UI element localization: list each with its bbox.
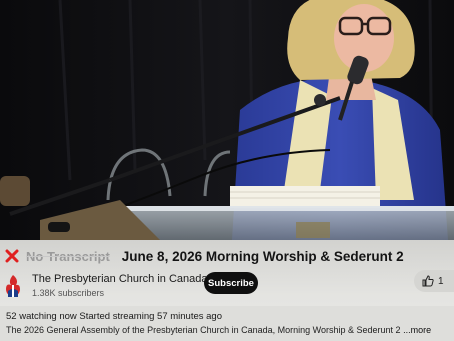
thumbs-up-icon	[422, 275, 434, 287]
description-text-line: The 2026 General Assembly of the Presbyt…	[6, 325, 431, 335]
video-player[interactable]	[0, 0, 454, 240]
watching-count: 52 watching now	[6, 311, 77, 322]
presbyterian-burning-bush-logo-icon[interactable]	[2, 273, 24, 299]
stream-started: Started streaming 57 minutes ago	[79, 311, 223, 322]
like-button[interactable]: 1	[414, 270, 454, 292]
channel-name[interactable]: The Presbyterian Church in Canada	[32, 273, 207, 285]
more-link[interactable]: ...more	[403, 325, 431, 335]
description-text: The 2026 General Assembly of the Presbyt…	[6, 325, 401, 335]
channel-row: The Presbyterian Church in Canada 1.38K …	[0, 270, 454, 302]
video-title: June 8, 2026 Morning Worship & Sederunt …	[121, 248, 404, 264]
description-box[interactable]: 52 watching now Started streaming 57 min…	[0, 306, 454, 341]
no-transcript-label[interactable]: No Transcript	[26, 249, 110, 264]
like-count: 1	[438, 275, 444, 287]
close-icon[interactable]	[4, 248, 20, 264]
description-stats: 52 watching now Started streaming 57 min…	[6, 311, 222, 322]
video-frame	[0, 0, 454, 240]
title-row: No Transcript June 8, 2026 Morning Worsh…	[4, 246, 404, 266]
video-info-panel: No Transcript June 8, 2026 Morning Worsh…	[0, 240, 454, 341]
subscribe-button[interactable]: Subscribe	[204, 272, 258, 294]
subscriber-count: 1.38K subscribers	[32, 288, 105, 298]
